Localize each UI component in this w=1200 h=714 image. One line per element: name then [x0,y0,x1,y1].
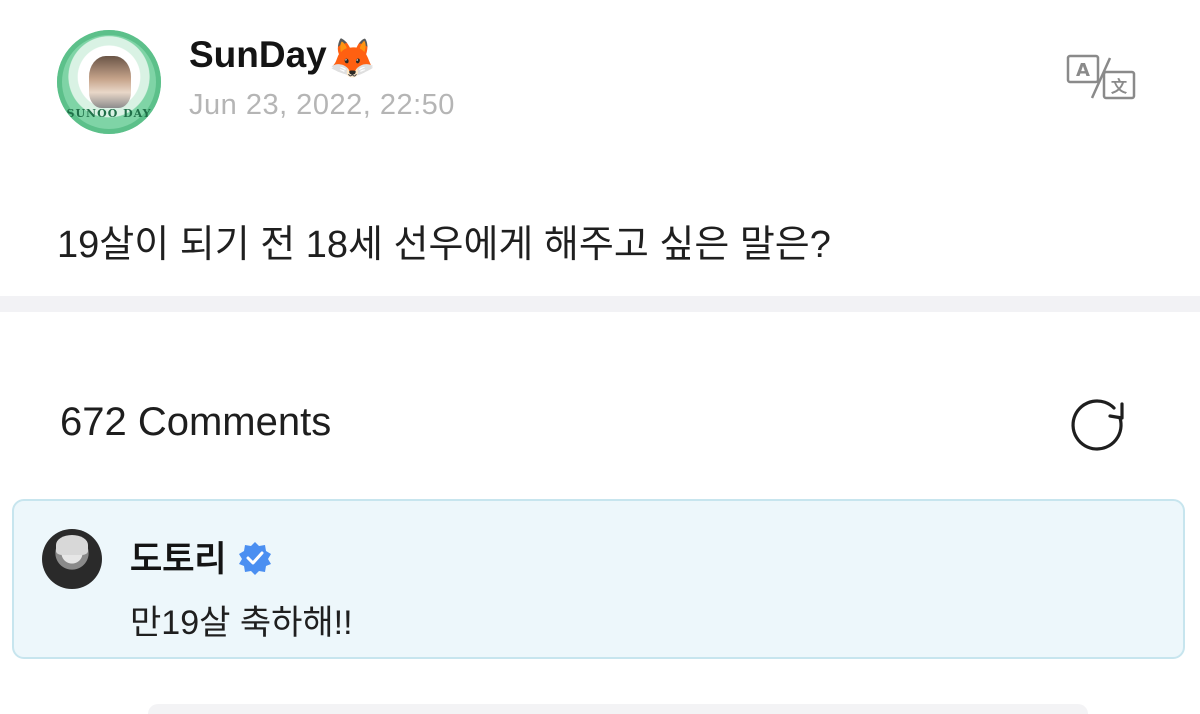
post-header: SUNOO DAY SunDay🦊 Jun 23, 2022, 22:50 A … [0,0,1200,160]
avatar-ring-text: SUNOO DAY [66,107,152,120]
refresh-button[interactable] [1070,396,1134,456]
svg-text:A: A [1076,60,1090,81]
svg-text:文: 文 [1111,77,1128,96]
comment-text: 만19살 축하해!! [130,604,353,642]
post-page: SUNOO DAY SunDay🦊 Jun 23, 2022, 22:50 A … [0,0,1200,714]
translate-icon: A 文 [1066,54,1136,100]
post-author-label: SunDay [189,34,327,75]
verified-badge-icon [237,540,273,585]
fox-emoji-icon: 🦊 [328,38,377,80]
commenter-avatar[interactable] [42,529,102,589]
translate-button[interactable]: A 文 [1062,50,1142,106]
comment-author-label: 도토리 [130,540,227,579]
highlighted-comment[interactable]: 도토리 만19살 축하해!! [12,499,1185,659]
comment-author-name[interactable]: 도토리 [130,531,273,585]
comments-count: 672 Comments [60,400,332,444]
avatar-photo [89,56,131,108]
post-author-name[interactable]: SunDay🦊 [189,34,376,81]
section-divider [0,296,1200,312]
refresh-icon [1071,399,1124,451]
next-comment-preview [148,704,1088,714]
post-body-text: 19살이 되기 전 18세 선우에게 해주고 싶은 말은? [57,224,831,266]
author-avatar[interactable]: SUNOO DAY [57,30,161,134]
post-timestamp: Jun 23, 2022, 22:50 [189,89,455,121]
avatar-photo [56,535,88,555]
